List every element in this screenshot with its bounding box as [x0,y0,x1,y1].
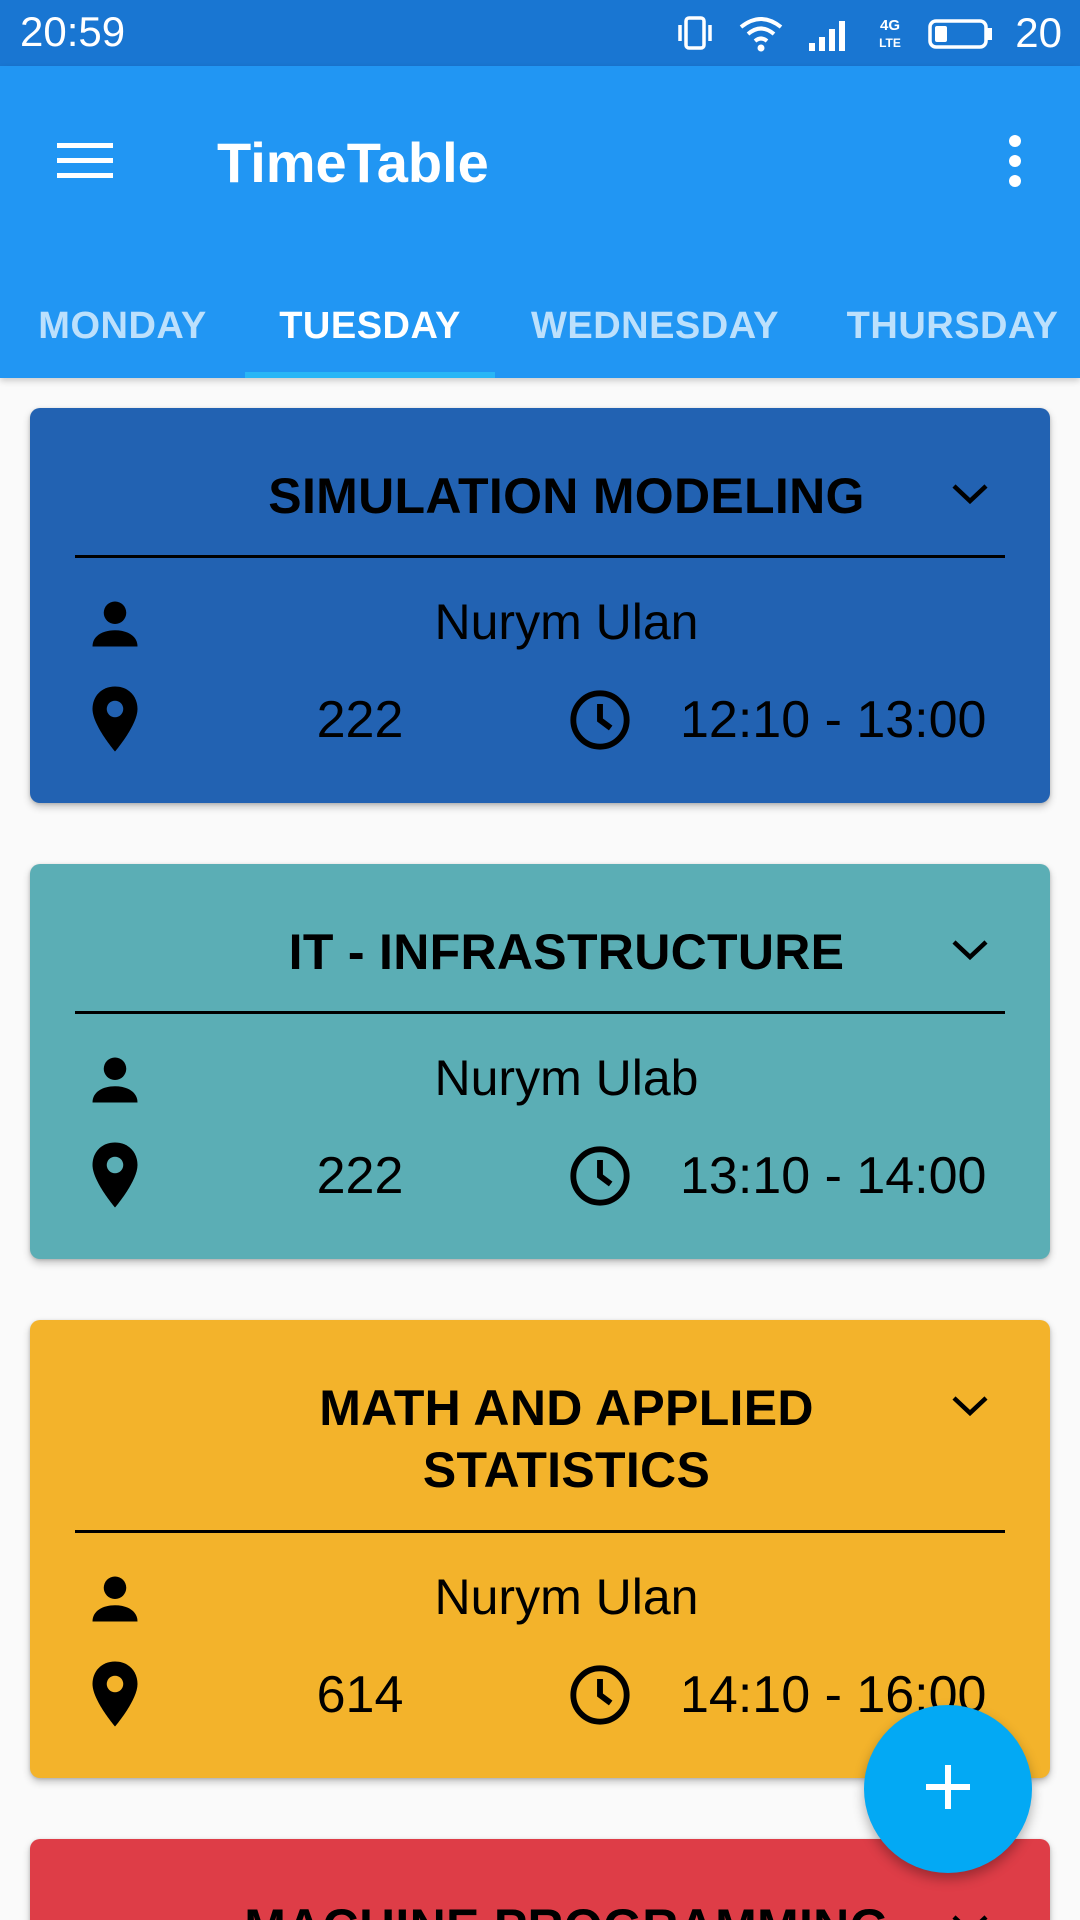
tab-tuesday[interactable]: TUESDAY [245,276,495,378]
chevron-down-icon [950,1394,990,1423]
teacher-name: Nurym Ulab [434,1050,699,1106]
teacher-name: Nurym Ulan [434,594,699,650]
time-range: 12:10 - 13:00 [680,691,987,749]
cell-signal-icon [807,13,853,53]
app-bar: TimeTable MONDAY TUESDAY WEDNESDAY THURS… [0,66,1080,378]
expand-button[interactable] [940,1378,1000,1438]
svg-text:4G: 4G [880,17,900,34]
more-vert-icon [1005,133,1025,194]
location-pin-icon [85,1140,145,1210]
menu-button[interactable] [40,118,130,208]
clock-icon [568,1663,632,1727]
class-card[interactable]: MATH AND APPLIED STATISTICS Nurym Ulan 6… [30,1320,1050,1778]
battery-percent: 20 [1015,9,1062,56]
expand-button[interactable] [940,466,1000,526]
tab-thursday[interactable]: THURSDAY [830,276,1075,378]
expand-button[interactable] [940,922,1000,982]
clock-icon [568,688,632,752]
day-tabs: MONDAY TUESDAY WEDNESDAY THURSDAY [0,276,1080,378]
hamburger-menu-icon [55,139,115,188]
class-title-line: MATH AND APPLIED [319,1380,814,1436]
tab-wednesday[interactable]: WEDNESDAY [515,276,795,378]
person-icon [85,1050,145,1110]
time-range: 13:10 - 14:00 [680,1147,987,1205]
wifi-icon [737,13,785,53]
app-title: TimeTable [217,131,489,194]
room-number: 222 [316,1147,404,1205]
chevron-down-icon [950,482,990,511]
card-divider [75,555,1005,558]
class-card[interactable]: IT - INFRASTRUCTURE Nurym Ulab 222 13:10… [30,864,1050,1259]
status-time: 20:59 [20,8,126,55]
person-icon [85,594,145,654]
tab-indicator [245,372,495,378]
chevron-down-icon [950,1913,990,1920]
vibrate-icon [675,13,715,53]
class-card[interactable]: SIMULATION MODELING Nurym Ulan 222 12:10… [30,408,1050,803]
person-icon [85,1569,145,1629]
card-divider [75,1530,1005,1533]
chevron-down-icon [950,938,990,967]
class-title: SIMULATION MODELING [268,468,865,524]
expand-button[interactable] [940,1897,1000,1920]
location-pin-icon [85,1659,145,1729]
tab-monday[interactable]: MONDAY [20,276,225,378]
location-pin-icon [85,684,145,754]
timetable-screen: 20:59 4G LTE 20 TimeTable MONDAY TUESDAY… [0,0,1080,1920]
class-title: MATH AND APPLIED STATISTICS [160,1377,973,1501]
card-divider [75,1011,1005,1014]
network-type-icon: 4G LTE [875,13,905,53]
add-icon [924,1763,972,1816]
overflow-menu-button[interactable] [980,118,1050,208]
status-icons: 4G LTE 20 [675,9,1062,56]
room-number: 222 [316,691,404,749]
class-title: IT - INFRASTRUCTURE [288,924,845,980]
svg-text:LTE: LTE [879,36,901,50]
status-bar: 20:59 4G LTE 20 [0,0,1080,66]
battery-icon [927,13,993,53]
teacher-name: Nurym Ulan [434,1569,699,1625]
room-number: 614 [316,1666,404,1724]
class-title-line: STATISTICS [422,1442,711,1498]
clock-icon [568,1144,632,1208]
add-class-button[interactable] [864,1705,1032,1873]
class-title: MACHINE PROGRAMMING [160,1896,973,1920]
